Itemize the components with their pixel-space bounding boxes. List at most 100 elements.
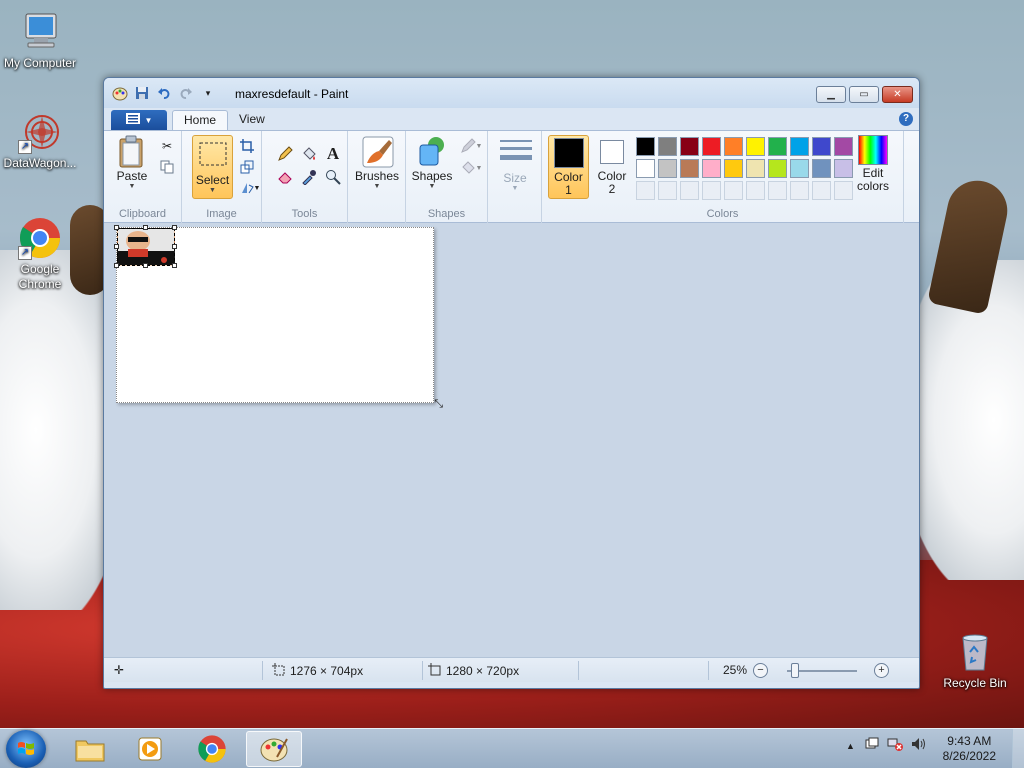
color-swatch[interactable] <box>724 137 743 156</box>
edit-colors-button[interactable]: Edit colors <box>850 135 896 192</box>
zoom-slider-thumb[interactable] <box>791 663 800 678</box>
minimize-icon: ▁ <box>827 89 835 100</box>
custom-color-slot[interactable] <box>658 181 677 200</box>
color-swatch[interactable] <box>790 137 809 156</box>
fill-bucket-icon[interactable] <box>300 145 318 163</box>
shapes-button[interactable]: Shapes ▼ <box>410 135 454 191</box>
resize-handle[interactable] <box>114 263 119 268</box>
pencil-icon[interactable] <box>276 145 294 163</box>
windows-logo-icon <box>18 742 34 755</box>
color-swatch[interactable] <box>658 159 677 178</box>
paste-button[interactable]: Paste ▼ <box>112 135 152 191</box>
minimize-button[interactable]: ▁ <box>816 86 846 103</box>
text-tool-icon[interactable]: A <box>324 144 342 163</box>
title-bar[interactable]: ▾ maxresdefault - Paint ▁ ▭ ✕ <box>104 78 919 108</box>
paint-menu-icon <box>125 113 140 127</box>
custom-color-slot[interactable] <box>746 181 765 200</box>
customize-quick-access-icon[interactable]: ▾ <box>200 85 216 101</box>
custom-color-slot[interactable] <box>724 181 743 200</box>
desktop-icon-recycle-bin[interactable]: Recycle Bin <box>935 630 1015 691</box>
action-center-icon[interactable] <box>865 737 879 754</box>
desktop-icon-my-computer[interactable]: My Computer <box>0 10 80 71</box>
desktop-icon-datawagon[interactable]: ↗ DataWagon... <box>0 110 80 171</box>
maximize-button[interactable]: ▭ <box>849 86 879 103</box>
save-icon[interactable] <box>134 85 150 101</box>
resize-handle[interactable] <box>114 244 119 249</box>
resize-handle[interactable] <box>172 225 177 230</box>
custom-color-slot[interactable] <box>812 181 831 200</box>
color-swatch[interactable] <box>812 159 831 178</box>
rotate-icon[interactable]: ▼ <box>238 179 262 197</box>
custom-color-slot[interactable] <box>702 181 721 200</box>
color1-button[interactable]: Color 1 <box>548 135 589 199</box>
eraser-icon[interactable] <box>276 168 294 186</box>
color2-button[interactable]: Color 2 <box>592 135 632 195</box>
color-swatch[interactable] <box>680 137 699 156</box>
color1-swatch <box>553 138 584 168</box>
selected-image-thumbnail[interactable] <box>117 228 175 266</box>
chevron-down-icon: ▼ <box>428 183 436 190</box>
color-swatch[interactable] <box>636 137 655 156</box>
taskbar-clock[interactable]: 9:43 AM 8/26/2022 <box>943 734 996 764</box>
cut-icon[interactable]: ✂ <box>158 137 176 155</box>
color-swatch[interactable] <box>680 159 699 178</box>
taskbar: ▲ 9:43 AM 8/26/2022 <box>0 728 1024 768</box>
color-swatch[interactable] <box>702 159 721 178</box>
copy-icon[interactable] <box>158 158 176 176</box>
color-swatch[interactable] <box>768 159 787 178</box>
undo-icon[interactable] <box>156 85 172 101</box>
zoom-out-button[interactable]: − <box>753 663 768 678</box>
close-button[interactable]: ✕ <box>882 86 913 103</box>
canvas-workspace[interactable]: ⤡ <box>104 223 919 657</box>
paint-menu-button[interactable]: ▼ <box>111 110 167 130</box>
start-button[interactable] <box>6 730 46 768</box>
custom-color-slot[interactable] <box>790 181 809 200</box>
resize-icon[interactable] <box>238 158 256 176</box>
status-divider <box>422 661 423 680</box>
canvas-resize-corner-icon[interactable]: ⤡ <box>434 398 443 411</box>
help-icon[interactable]: ? <box>899 112 913 126</box>
resize-handle[interactable] <box>172 263 177 268</box>
volume-icon[interactable] <box>911 737 927 754</box>
color2-number: 2 <box>608 182 616 196</box>
crop-icon[interactable] <box>238 137 256 155</box>
color-swatch[interactable] <box>790 159 809 178</box>
taskbar-media-player-button[interactable] <box>122 731 178 767</box>
color-swatch[interactable] <box>812 137 831 156</box>
magnifier-icon[interactable] <box>324 168 342 186</box>
ribbon-tabs: ▼ Home View ? <box>104 108 919 130</box>
desktop-icon-label: DataWagon... <box>3 156 77 170</box>
color-picker-icon[interactable] <box>300 168 318 186</box>
show-hidden-icons[interactable]: ▲ <box>846 741 855 751</box>
resize-handle[interactable] <box>114 225 119 230</box>
datawagon-icon: ↗ <box>18 110 62 154</box>
custom-color-slot[interactable] <box>680 181 699 200</box>
color-swatch[interactable] <box>724 159 743 178</box>
brushes-button[interactable]: Brushes ▼ <box>353 135 401 191</box>
color-swatch[interactable] <box>658 137 677 156</box>
custom-color-slot[interactable] <box>768 181 787 200</box>
tab-view[interactable]: View <box>228 110 276 130</box>
color-swatch[interactable] <box>768 137 787 156</box>
drawing-canvas[interactable]: ⤡ <box>114 225 443 410</box>
color-swatch[interactable] <box>636 159 655 178</box>
resize-handle[interactable] <box>172 244 177 249</box>
network-icon[interactable] <box>887 737 903 754</box>
custom-color-slot[interactable] <box>636 181 655 200</box>
taskbar-chrome-button[interactable] <box>184 731 240 767</box>
zoom-in-button[interactable]: + <box>874 663 889 678</box>
clipboard-group: Paste ▼ ✂ Clipboard <box>104 131 182 223</box>
color-swatch[interactable] <box>746 137 765 156</box>
resize-handle[interactable] <box>143 225 148 230</box>
desktop-icon-google-chrome[interactable]: ↗ Google Chrome <box>0 216 80 292</box>
selection-size-icon <box>272 663 285 679</box>
select-button[interactable]: Select ▼ <box>192 135 233 199</box>
taskbar-explorer-button[interactable] <box>62 731 118 767</box>
resize-handle[interactable] <box>143 263 148 268</box>
taskbar-paint-button[interactable] <box>246 731 302 767</box>
color-swatch[interactable] <box>702 137 721 156</box>
show-desktop-button[interactable] <box>1012 729 1024 768</box>
paint-app-icon[interactable] <box>112 85 128 101</box>
color-swatch[interactable] <box>746 159 765 178</box>
tab-home[interactable]: Home <box>172 110 229 130</box>
